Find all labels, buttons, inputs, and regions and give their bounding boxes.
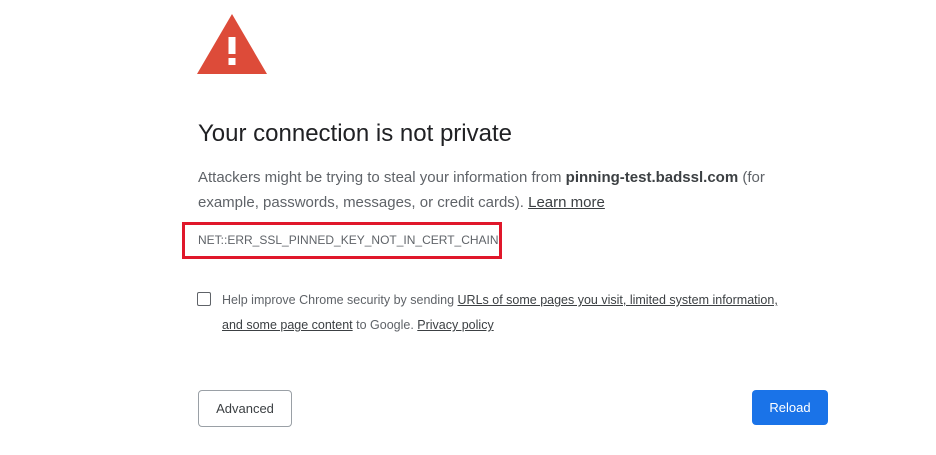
learn-more-link[interactable]: Learn more <box>528 194 605 211</box>
optin-middle: to Google. <box>352 318 418 332</box>
privacy-policy-link[interactable]: Privacy policy <box>417 318 493 332</box>
advanced-button[interactable]: Advanced <box>198 390 292 427</box>
reload-button[interactable]: Reload <box>752 390 828 425</box>
page-title: Your connection is not private <box>198 120 512 147</box>
optin-text: Help improve Chrome security by sending … <box>222 288 782 338</box>
optin-prefix: Help improve Chrome security by sending <box>222 293 458 307</box>
warning-triangle-icon <box>197 14 267 74</box>
error-code[interactable]: NET::ERR_SSL_PINNED_KEY_NOT_IN_CERT_CHAI… <box>198 232 499 248</box>
site-hostname: pinning-test.badssl.com <box>565 169 739 186</box>
explanation-text: Attackers might be trying to steal your … <box>198 165 818 215</box>
improve-security-checkbox[interactable] <box>197 292 211 306</box>
explanation-prefix: Attackers might be trying to steal your … <box>198 169 566 186</box>
